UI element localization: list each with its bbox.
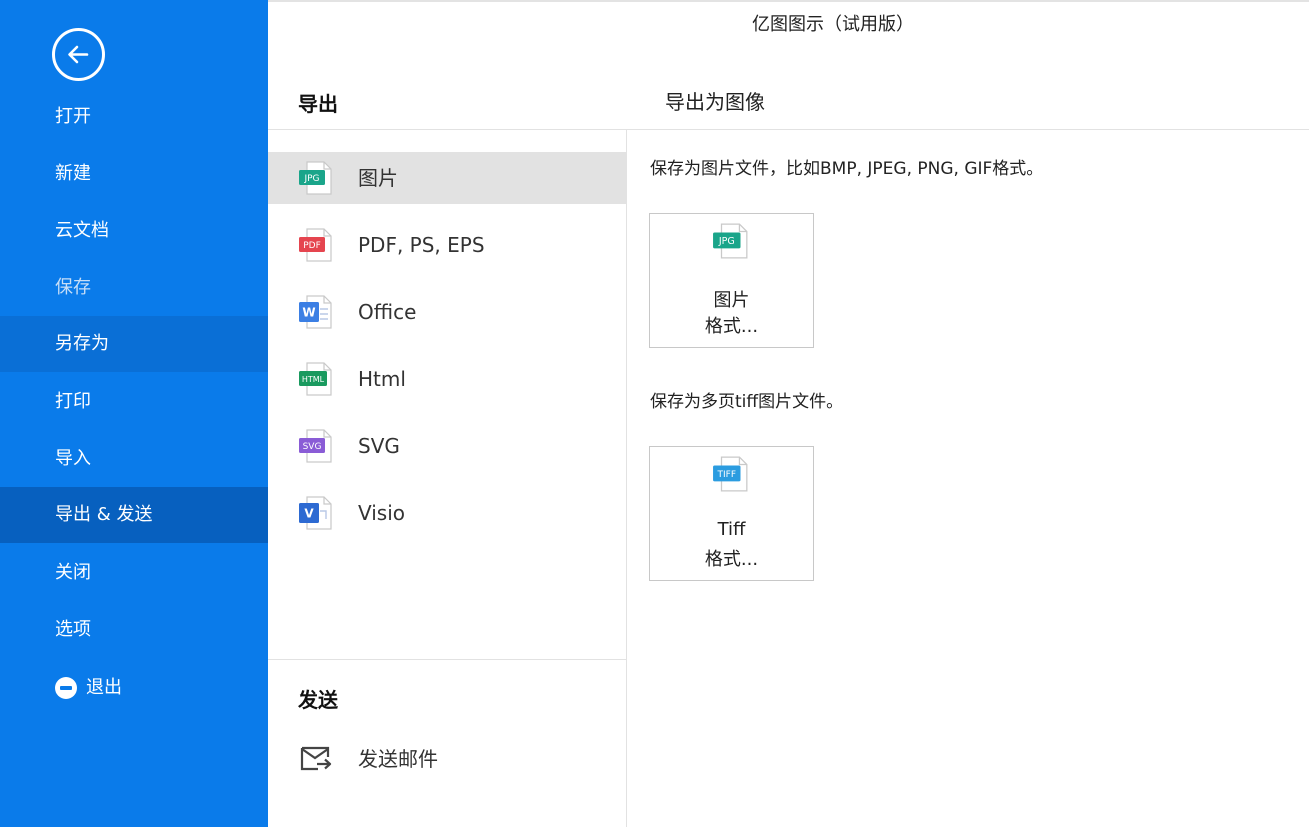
pdf-file-icon: PDF — [298, 227, 334, 267]
card-label: Tiff — [717, 519, 746, 540]
sidebar-item-new[interactable]: 新建 — [0, 146, 268, 202]
sidebar-item-export-send[interactable]: 导出 & 发送 — [0, 487, 268, 543]
export-item-svg[interactable]: SVG SVG — [268, 420, 626, 472]
sidebar-item-label: 选项 — [55, 619, 91, 640]
sidebar-item-cloud-docs[interactable]: 云文档 — [0, 203, 268, 259]
export-item-label: Html — [358, 367, 406, 391]
sidebar-item-label: 打开 — [55, 106, 91, 127]
sidebar-item-label: 导入 — [55, 448, 91, 469]
export-item-label: SVG — [358, 434, 400, 458]
send-divider — [268, 659, 626, 660]
card-sublabel: 格式... — [704, 316, 759, 337]
sidebar-item-save-as[interactable]: 另存为 — [0, 316, 268, 372]
svg-text:TIFF: TIFF — [717, 470, 736, 480]
export-item-html[interactable]: HTML Html — [268, 353, 626, 405]
html-file-icon: HTML — [298, 361, 334, 401]
panel-title: 导出为图像 — [665, 90, 765, 114]
send-heading: 发送 — [298, 688, 338, 712]
svg-text:W: W — [302, 306, 315, 320]
tiff-format-button[interactable]: TIFF Tiff 格式... — [649, 446, 814, 581]
image-format-button[interactable]: JPG 图片 格式... — [649, 213, 814, 348]
sidebar-item-options[interactable]: 选项 — [0, 602, 268, 658]
sidebar-item-exit[interactable]: 退出 — [0, 660, 268, 716]
card-sublabel: 格式... — [704, 549, 759, 570]
visio-file-icon: V — [298, 495, 334, 535]
sidebar-item-label: 新建 — [55, 163, 91, 184]
sidebar-item-label: 导出 & 发送 — [55, 504, 153, 525]
svg-text:SVG: SVG — [303, 442, 322, 452]
svg-text:JPG: JPG — [303, 174, 319, 184]
sidebar-item-open[interactable]: 打开 — [0, 89, 268, 145]
sidebar-item-label: 打印 — [55, 391, 91, 412]
back-button[interactable] — [52, 28, 105, 81]
export-item-label: PDF, PS, EPS — [358, 233, 485, 257]
sidebar-item-print[interactable]: 打印 — [0, 374, 268, 430]
word-file-icon: W — [298, 294, 334, 334]
sidebar-item-label: 保存 — [55, 277, 91, 298]
jpg-file-icon: JPG — [298, 160, 334, 200]
tiff-file-icon: TIFF — [712, 455, 750, 497]
sidebar-item-import[interactable]: 导入 — [0, 431, 268, 487]
sidebar-item-label: 关闭 — [55, 562, 91, 583]
tiff-format-description: 保存为多页tiff图片文件。 — [650, 392, 844, 412]
export-item-pdf[interactable]: PDF PDF, PS, EPS — [268, 219, 626, 271]
mail-send-icon — [300, 745, 332, 777]
svg-file-icon: SVG — [298, 428, 334, 468]
top-border — [268, 0, 1309, 2]
send-email-label: 发送邮件 — [358, 747, 438, 771]
export-heading: 导出 — [298, 92, 338, 116]
image-format-description: 保存为图片文件，比如BMP, JPEG, PNG, GIF格式。 — [650, 159, 1044, 179]
export-item-image[interactable]: JPG 图片 — [268, 152, 626, 204]
svg-text:V: V — [304, 507, 314, 521]
export-item-label: Office — [358, 300, 417, 324]
export-item-visio[interactable]: V Visio — [268, 487, 626, 539]
window-title: 亿图图示（试用版） — [752, 14, 914, 35]
arrow-left-icon — [68, 45, 89, 64]
sidebar-item-label: 云文档 — [55, 220, 109, 241]
sidebar-item-save[interactable]: 保存 — [0, 260, 268, 316]
jpg-file-icon: JPG — [712, 222, 750, 264]
export-item-office[interactable]: W Office — [268, 286, 626, 338]
minus-circle-icon — [55, 677, 77, 699]
column-divider — [626, 129, 627, 827]
backstage-sidebar: 打开 新建 云文档 保存 另存为 打印 导入 导出 & 发送 关闭 选项 退出 — [0, 0, 268, 827]
export-item-label: Visio — [358, 501, 406, 525]
svg-text:PDF: PDF — [303, 241, 321, 251]
app-window: 打开 新建 云文档 保存 另存为 打印 导入 导出 & 发送 关闭 选项 退出 … — [0, 0, 1309, 827]
svg-text:JPG: JPG — [718, 236, 735, 247]
sidebar-item-label: 退出 — [86, 677, 122, 698]
export-item-label: 图片 — [358, 166, 398, 190]
sidebar-item-label: 另存为 — [55, 333, 109, 354]
svg-text:HTML: HTML — [302, 375, 325, 384]
header-divider — [268, 129, 1309, 130]
card-label: 图片 — [713, 290, 750, 311]
send-email-item[interactable]: 发送邮件 — [268, 733, 626, 785]
sidebar-item-close[interactable]: 关闭 — [0, 545, 268, 601]
